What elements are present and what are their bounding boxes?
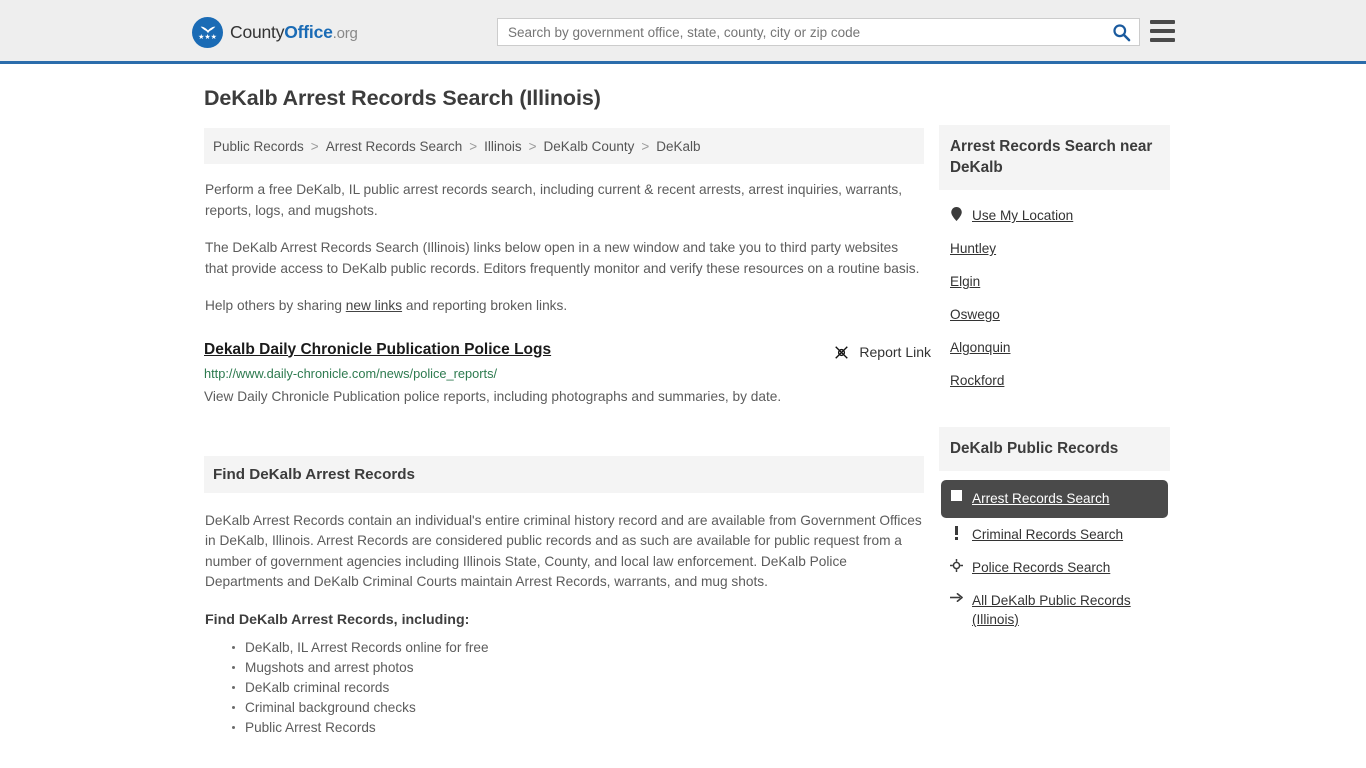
sidebar-item-use-my-location[interactable]: Use My Location [939, 199, 1170, 232]
nearby-searches-list: Use My Location Huntley Elgin Oswego Alg… [939, 190, 1170, 397]
new-links-link[interactable]: new links [346, 298, 402, 313]
logo-wordmark: CountyOffice.org [230, 22, 358, 43]
link-result-item: Dekalb Daily Chronicle Publication Polic… [204, 341, 931, 407]
broken-link-icon [835, 345, 849, 359]
square-icon [950, 489, 963, 501]
map-pin-glyph [951, 207, 962, 221]
find-records-list: DeKalb, IL Arrest Records online for fre… [204, 638, 924, 738]
sidebar-link-label[interactable]: All DeKalb Public Records (Illinois) [972, 593, 1131, 627]
find-records-subheading: Find DeKalb Arrest Records, including: [205, 611, 470, 628]
sidebar-item-police-records-search[interactable]: Police Records Search [939, 551, 1170, 584]
main-content: DeKalb Arrest Records Search (Illinois) … [204, 86, 931, 738]
breadcrumb-separator: > [528, 138, 537, 154]
logo-text-county: County [230, 22, 285, 42]
sidebar-link-label[interactable]: Use My Location [972, 206, 1073, 225]
arrow-right-icon [950, 591, 963, 603]
list-item: Mugshots and arrest photos [232, 658, 924, 678]
sidebar: Arrest Records Search near DeKalb Use My… [939, 125, 1170, 646]
list-item: Public Arrest Records [232, 718, 924, 738]
stars-icon: ★★★ [198, 33, 217, 41]
logo-text-org: .org [332, 25, 358, 42]
breadcrumb: Public Records > Arrest Records Search >… [204, 128, 924, 164]
site-logo[interactable]: ★★★ CountyOffice.org [192, 17, 358, 48]
sidebar-item-arrest-records-search[interactable]: Arrest Records Search [941, 480, 1168, 518]
logo-text-office: Office [284, 22, 333, 42]
square-glyph [951, 490, 962, 501]
hamburger-bar-1 [1150, 20, 1175, 24]
crosshair-icon [950, 558, 963, 572]
sidebar-link-label[interactable]: Rockford [950, 371, 1004, 390]
search-input[interactable] [498, 24, 1103, 40]
breadcrumb-item-dekalb: DeKalb [656, 138, 701, 154]
intro-paragraph-3: Help others by sharing new links and rep… [204, 296, 924, 317]
nearby-searches-title: Arrest Records Search near DeKalb [939, 125, 1170, 190]
result-description: View Daily Chronicle Publication police … [204, 388, 782, 404]
find-records-section: Find DeKalb Arrest Records DeKalb Arrest… [204, 455, 924, 738]
breadcrumb-separator: > [469, 138, 478, 154]
sidebar-item-huntley[interactable]: Huntley [939, 232, 1170, 265]
result-title-link[interactable]: Dekalb Daily Chronicle Publication Polic… [204, 341, 551, 359]
sidebar-item-rockford[interactable]: Rockford [939, 364, 1170, 397]
sidebar-item-elgin[interactable]: Elgin [939, 265, 1170, 298]
page-title: DeKalb Arrest Records Search (Illinois) [204, 86, 601, 110]
crosshair-glyph [950, 559, 963, 572]
breadcrumb-item-dekalb-county[interactable]: DeKalb County [544, 139, 635, 154]
arrow-right-glyph [950, 592, 963, 603]
hamburger-bar-2 [1150, 29, 1175, 33]
sidebar-link-label[interactable]: Arrest Records Search [972, 489, 1110, 508]
logo-mark-icon: ★★★ [192, 17, 223, 48]
sidebar-link-label[interactable]: Criminal Records Search [972, 525, 1123, 544]
report-link-button[interactable]: Report Link [833, 344, 931, 361]
list-item: DeKalb, IL Arrest Records online for fre… [232, 638, 924, 658]
search-button[interactable] [1103, 19, 1139, 45]
list-item: DeKalb criminal records [232, 678, 924, 698]
map-pin-icon [950, 206, 963, 221]
sidebar-item-algonquin[interactable]: Algonquin [939, 331, 1170, 364]
public-records-list: Arrest Records Search Criminal Records S… [939, 471, 1170, 636]
find-records-body: DeKalb Arrest Records contain an individ… [205, 512, 922, 590]
breadcrumb-item-illinois[interactable]: Illinois [484, 139, 522, 154]
search-bar[interactable] [497, 18, 1140, 46]
find-records-header: Find DeKalb Arrest Records [204, 455, 924, 493]
search-icon [1112, 23, 1130, 41]
share-text-pre: Help others by sharing [205, 298, 346, 313]
list-item: Criminal background checks [232, 698, 924, 718]
report-link-label: Report Link [859, 344, 931, 360]
hamburger-bar-3 [1150, 38, 1175, 42]
sidebar-link-label[interactable]: Oswego [950, 305, 1000, 324]
public-records-card: DeKalb Public Records Arrest Records Sea… [939, 427, 1170, 636]
breadcrumb-item-public-records[interactable]: Public Records [213, 139, 304, 154]
sidebar-link-label[interactable]: Algonquin [950, 338, 1010, 357]
eagle-icon [200, 26, 215, 33]
share-text-post: and reporting broken links. [402, 298, 568, 313]
sidebar-link-label[interactable]: Police Records Search [972, 558, 1110, 577]
sidebar-link-label[interactable]: Elgin [950, 272, 980, 291]
exclamation-glyph [955, 526, 958, 540]
menu-button[interactable] [1150, 20, 1175, 42]
site-header: ★★★ CountyOffice.org [0, 0, 1366, 64]
sidebar-item-criminal-records-search[interactable]: Criminal Records Search [939, 518, 1170, 551]
breadcrumb-item-arrest-records-search[interactable]: Arrest Records Search [326, 139, 463, 154]
result-url[interactable]: http://www.daily-chronicle.com/news/poli… [204, 366, 924, 381]
nearby-searches-card: Arrest Records Search near DeKalb Use My… [939, 125, 1170, 397]
sidebar-item-all-public-records[interactable]: All DeKalb Public Records (Illinois) [939, 584, 1170, 636]
public-records-title: DeKalb Public Records [939, 427, 1170, 471]
intro-paragraph-1: Perform a free DeKalb, IL public arrest … [205, 182, 903, 218]
intro-paragraph-2: The DeKalb Arrest Records Search (Illino… [205, 240, 920, 276]
breadcrumb-separator: > [310, 138, 319, 154]
sidebar-link-label[interactable]: Huntley [950, 239, 996, 258]
sidebar-item-oswego[interactable]: Oswego [939, 298, 1170, 331]
breadcrumb-separator: > [641, 138, 650, 154]
exclamation-icon [950, 525, 963, 540]
